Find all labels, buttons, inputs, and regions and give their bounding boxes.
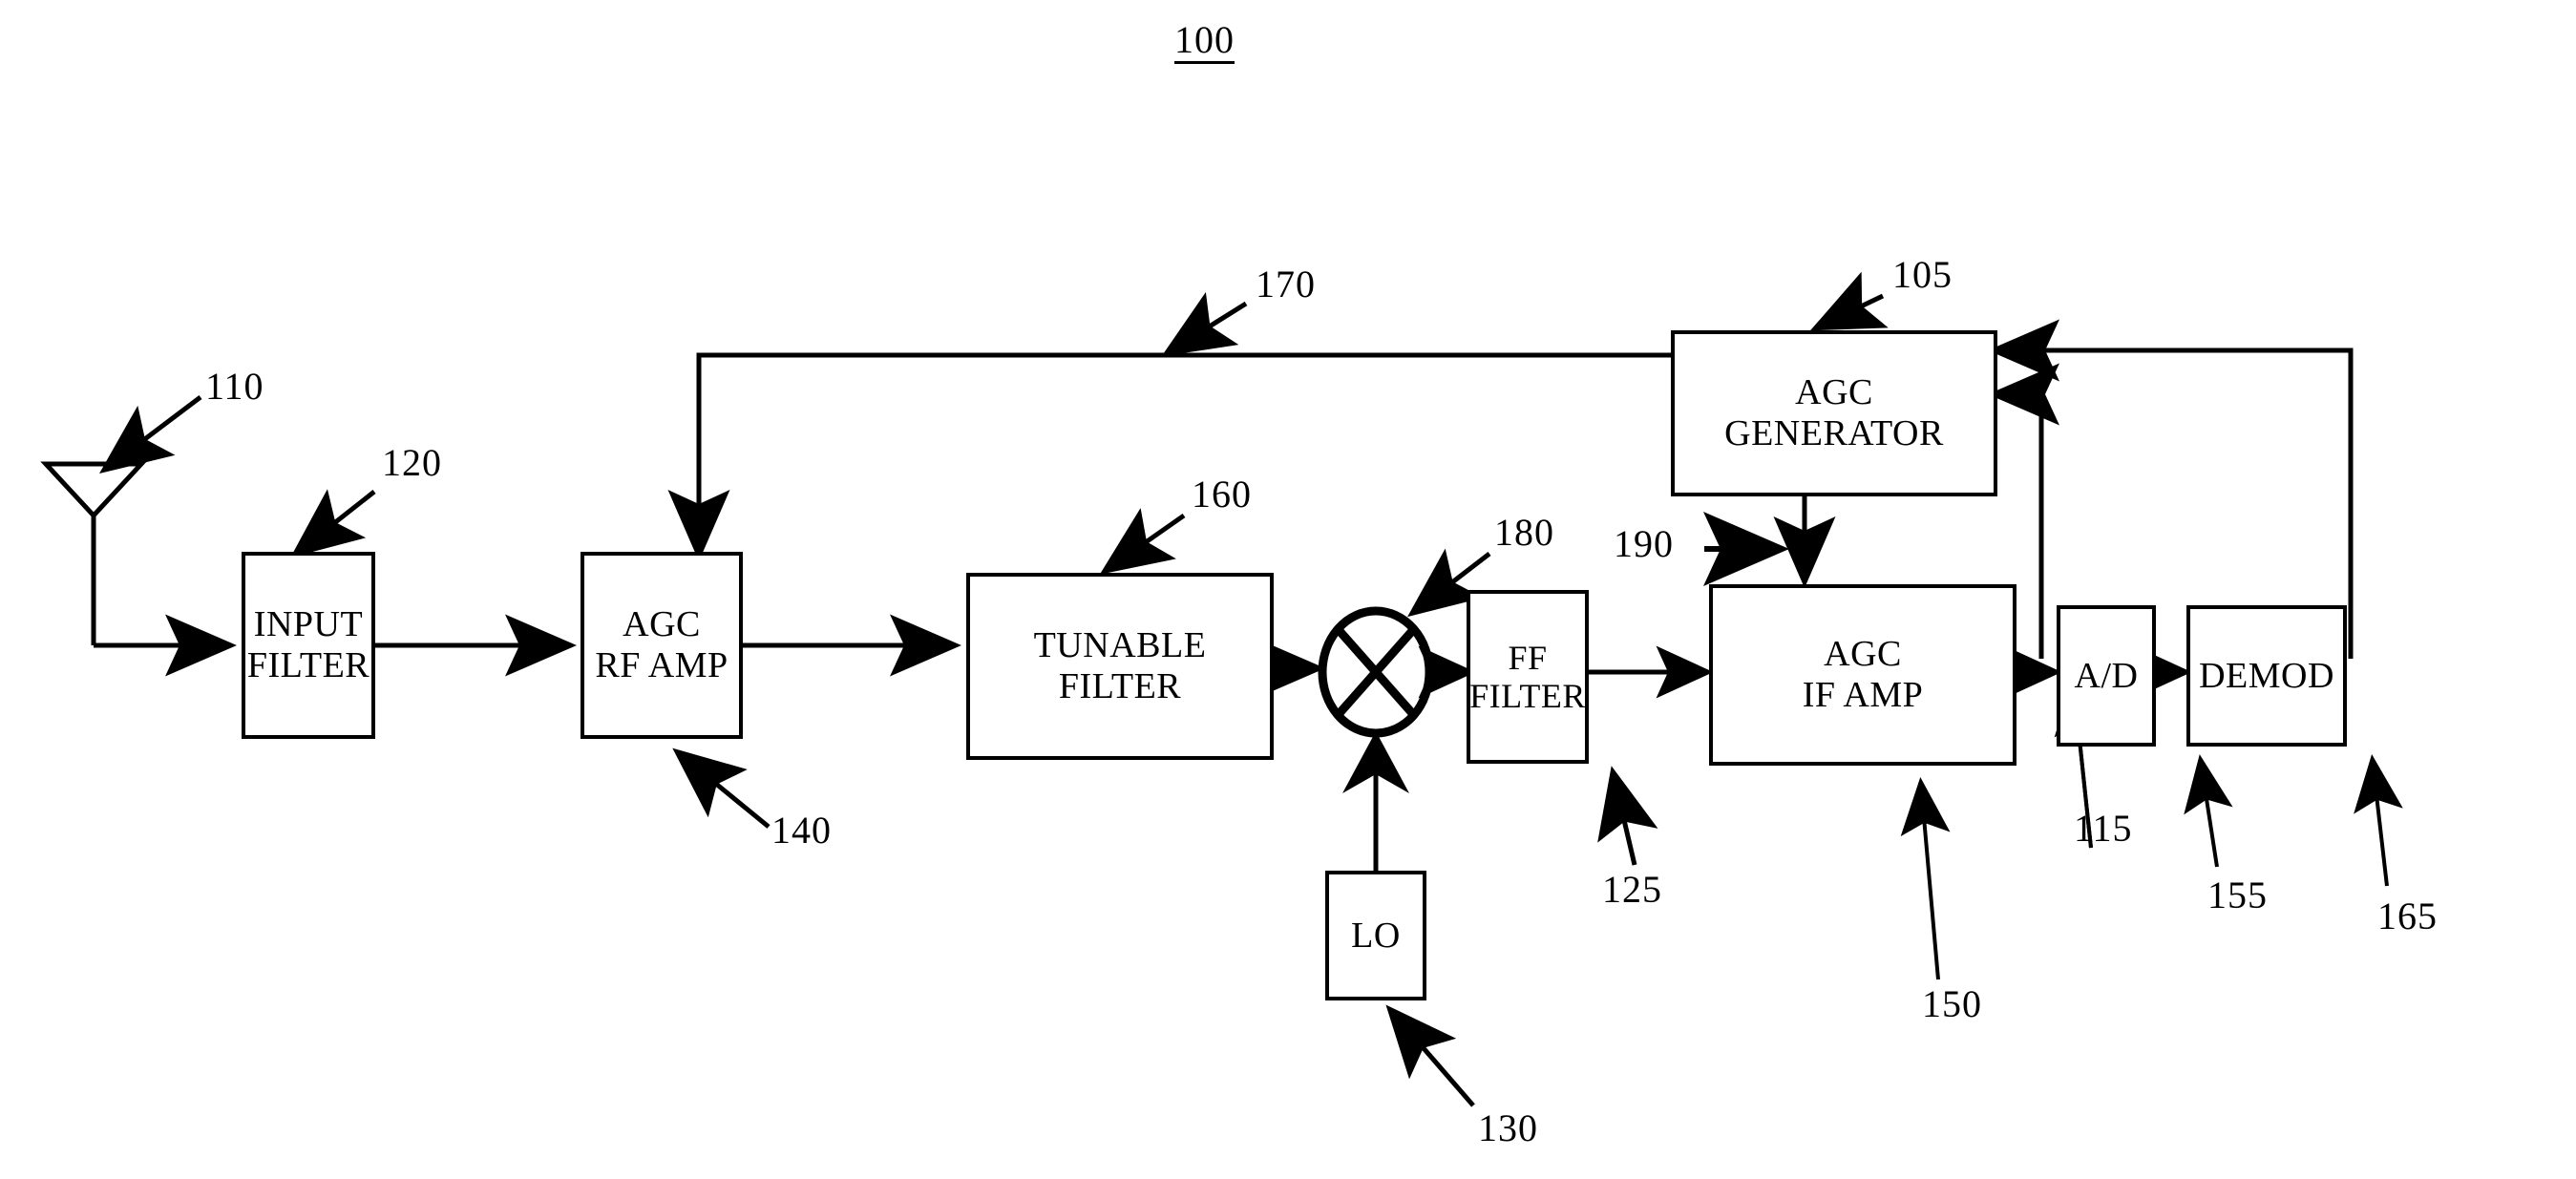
mixer-icon — [1318, 606, 1434, 738]
ref-120: 120 — [382, 441, 442, 484]
ref-160: 160 — [1192, 473, 1252, 516]
ref-180: 180 — [1494, 511, 1554, 554]
pointer-150 — [1900, 777, 1951, 980]
agc-generator-label-line1: AGC — [1795, 372, 1873, 413]
tunable-filter-label-line2: FILTER — [1058, 666, 1182, 706]
pointer-160 — [1099, 508, 1186, 575]
pointer-155 — [2184, 754, 2233, 868]
block-agc-generator[interactable]: AGC GENERATOR — [1671, 330, 1997, 496]
ad-converter-label: A/D — [2074, 655, 2139, 696]
agc-generator-label-line2: GENERATOR — [1724, 413, 1944, 453]
ref-110: 110 — [205, 365, 264, 408]
demod-label: DEMOD — [2199, 655, 2334, 696]
antenna-icon — [40, 461, 237, 677]
block-demod[interactable]: DEMOD — [2186, 605, 2347, 747]
pointer-130 — [1385, 1004, 1475, 1107]
pointer-165 — [2354, 754, 2403, 887]
diagram-wiring — [40, 271, 2403, 1107]
block-tunable-filter[interactable]: TUNABLE FILTER — [966, 573, 1274, 760]
ref-150: 150 — [1922, 982, 1982, 1025]
agc-rf-amp-label-line1: AGC — [623, 604, 701, 645]
pointer-105 — [1809, 271, 1889, 331]
block-input-filter[interactable]: INPUT FILTER — [242, 552, 375, 739]
tunable-filter-label-line1: TUNABLE — [1033, 625, 1207, 666]
pointer-125 — [1597, 766, 1658, 866]
input-filter-label-line1: INPUT — [253, 604, 364, 645]
pointer-170 — [1161, 291, 1248, 357]
ff-filter-label-line2: FILTER — [1469, 677, 1586, 715]
block-local-oscillator[interactable]: LO — [1325, 871, 1426, 1000]
agc-if-amp-label-line2: IF AMP — [1802, 675, 1924, 715]
ref-165: 165 — [2377, 895, 2438, 937]
ff-filter-label-line1: FF — [1508, 638, 1548, 677]
block-ff-filter[interactable]: FF FILTER — [1467, 590, 1589, 764]
ref-170: 170 — [1256, 263, 1316, 305]
ref-130: 130 — [1478, 1106, 1538, 1149]
ref-155: 155 — [2207, 874, 2268, 916]
ref-190: 190 — [1614, 522, 1674, 565]
local-oscillator-label: LO — [1351, 915, 1401, 956]
block-agc-if-amp[interactable]: AGC IF AMP — [1709, 584, 2016, 766]
ref-140: 140 — [771, 809, 832, 852]
pointer-140 — [672, 747, 771, 829]
agc-rf-amp-label-line2: RF AMP — [595, 645, 728, 685]
patent-figure-diagram: 100 INPUT FILTER AGC RF AMP TUNABLE FILT… — [0, 0, 2576, 1179]
agc-if-amp-label-line1: AGC — [1824, 634, 1902, 675]
pointer-110 — [99, 395, 202, 474]
block-ad-converter[interactable]: A/D — [2057, 605, 2156, 747]
ref-105: 105 — [1892, 253, 1953, 296]
input-filter-label-line2: FILTER — [246, 645, 370, 685]
ref-125: 125 — [1602, 868, 1662, 911]
pointer-120 — [290, 489, 376, 558]
block-agc-rf-amp[interactable]: AGC RF AMP — [581, 552, 743, 739]
ref-115: 115 — [2074, 807, 2133, 850]
